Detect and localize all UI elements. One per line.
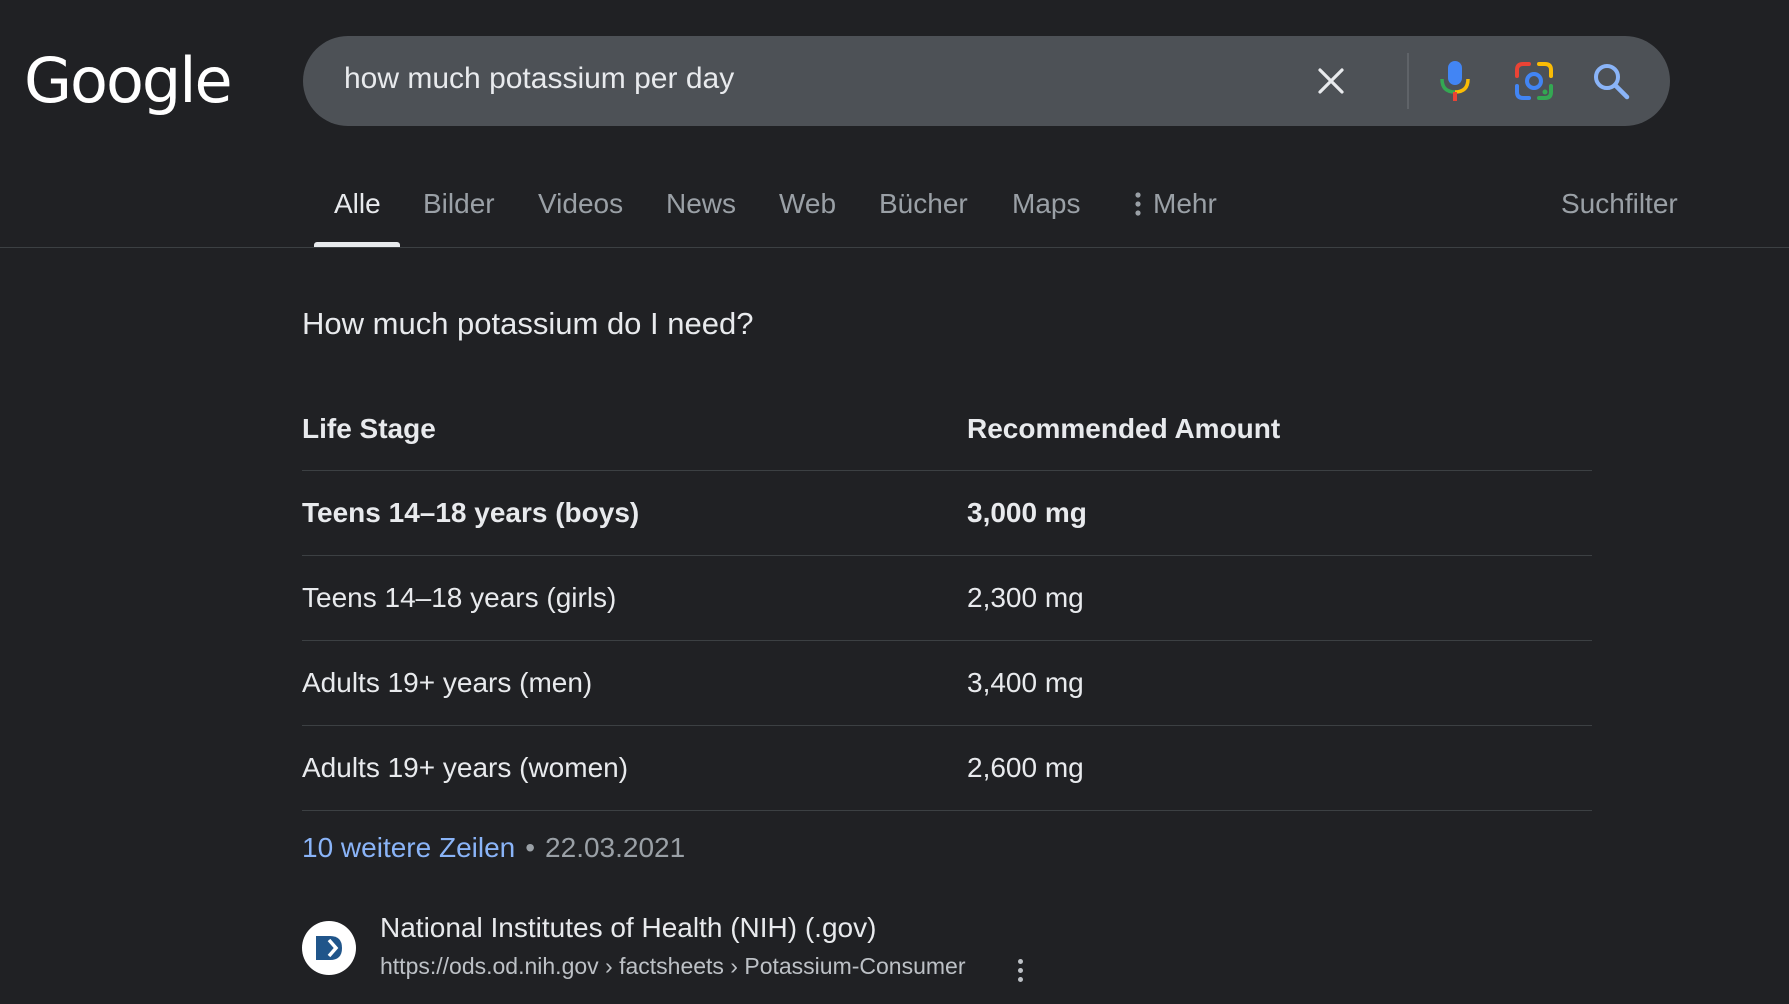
table-cell: 2,600 mg [967,752,1084,783]
table-row: Teens 14–18 years (boys) 3,000 mg [302,471,1592,556]
search-icon[interactable] [1586,56,1636,106]
source-url[interactable]: https://ods.od.nih.gov › factsheets › Po… [380,953,966,980]
tab-news[interactable]: News [666,180,736,248]
table-cell: 3,000 mg [967,497,1087,528]
microphone-icon[interactable] [1430,56,1480,106]
table-cell: Adults 19+ years (women) [302,752,629,783]
table-header-cell: Recommended Amount [967,413,1281,444]
table-cell: Teens 14–18 years (girls) [302,582,617,613]
table-row: Adults 19+ years (women) 2,600 mg [302,726,1592,811]
tab-web[interactable]: Web [779,180,836,248]
source-name-link[interactable]: National Institutes of Health (NIH) (.go… [380,912,876,944]
more-options-icon[interactable] [1008,953,1032,987]
search-results-page: Google how much potassium per day Alle B… [0,0,1789,1004]
snippet-footer: 10 weitere Zeilen • 22.03.2021 [302,832,685,864]
table-header-row: Life Stage Recommended Amount [302,387,1592,471]
tab-bilder[interactable]: Bilder [423,180,495,248]
search-box-divider [1407,53,1409,109]
tab-alle[interactable]: Alle [334,180,381,248]
tab-videos[interactable]: Videos [538,180,623,248]
snippet-table: Life Stage Recommended Amount Teens 14–1… [302,387,1592,811]
table-cell: Adults 19+ years (men) [302,667,593,698]
search-input[interactable]: how much potassium per day [344,36,734,126]
table-cell: 3,400 mg [967,667,1084,698]
google-logo[interactable]: Google [24,44,233,118]
table-row: Teens 14–18 years (girls) 2,300 mg [302,556,1592,641]
snippet-date: 22.03.2021 [545,832,686,863]
header-divider [0,247,1789,248]
table-cell: Teens 14–18 years (boys) [302,497,640,528]
google-lens-icon[interactable] [1509,56,1559,106]
search-tools-button[interactable]: Suchfilter [1561,180,1678,248]
tab-mehr[interactable]: Mehr [1133,180,1217,248]
tab-buecher[interactable]: Bücher [879,180,968,248]
tab-mehr-label: Mehr [1153,188,1217,219]
table-cell: 2,300 mg [967,582,1084,613]
snippet-question: How much potassium do I need? [302,306,754,341]
tab-maps[interactable]: Maps [1012,180,1080,248]
nih-logo-icon[interactable] [302,921,356,975]
table-row: Adults 19+ years (men) 3,400 mg [302,641,1592,726]
separator-dot: • [525,832,536,863]
more-vertical-icon [1135,192,1141,216]
search-tabs: Alle Bilder Videos News Web Bücher Maps … [0,180,1789,248]
more-rows-link[interactable]: 10 weitere Zeilen [302,832,515,863]
close-icon[interactable] [1306,56,1356,106]
search-box[interactable]: how much potassium per day [303,36,1670,126]
table-header-cell: Life Stage [302,413,436,444]
